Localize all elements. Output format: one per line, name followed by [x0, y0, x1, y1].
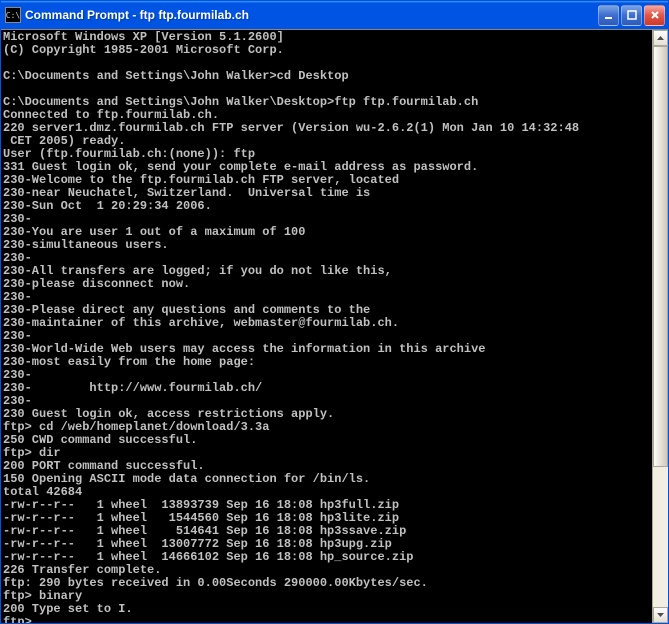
window-controls [598, 5, 665, 26]
close-button[interactable] [644, 5, 665, 26]
minimize-button[interactable] [598, 5, 619, 26]
vertical-scrollbar[interactable] [652, 30, 668, 623]
scroll-up-button[interactable] [653, 30, 668, 46]
terminal-output[interactable]: Microsoft Windows XP [Version 5.1.2600] … [1, 30, 652, 623]
scroll-down-button[interactable] [653, 607, 668, 623]
titlebar[interactable]: C:\ Command Prompt - ftp ftp.fourmilab.c… [1, 1, 668, 29]
maximize-button[interactable] [621, 5, 642, 26]
scroll-track[interactable] [653, 46, 668, 607]
client-area: Microsoft Windows XP [Version 5.1.2600] … [1, 29, 668, 623]
app-icon: C:\ [5, 7, 21, 23]
scroll-thumb[interactable] [653, 46, 668, 467]
window-title: Command Prompt - ftp ftp.fourmilab.ch [25, 8, 598, 22]
